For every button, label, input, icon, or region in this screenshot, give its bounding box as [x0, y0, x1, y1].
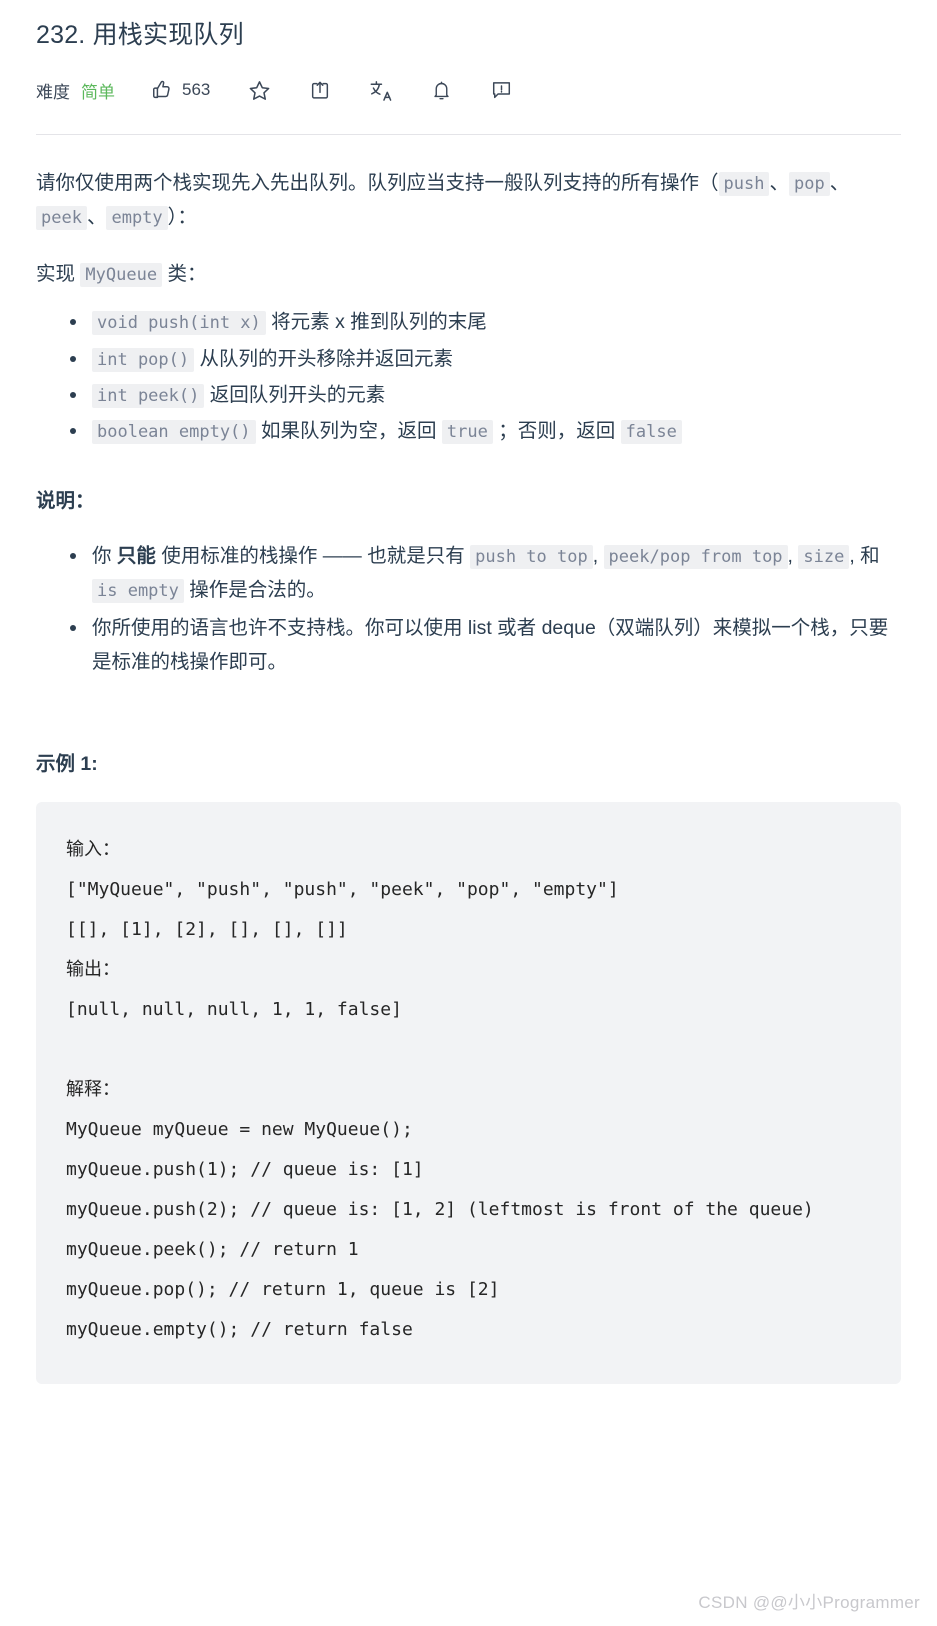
method-signature: int peek()	[92, 383, 205, 408]
like-button[interactable]: 563	[151, 79, 210, 101]
list-item: 你 只能 使用标准的栈操作 —— 也就是只有 push to top, peek…	[70, 539, 901, 607]
description-paragraph-1: 请你仅使用两个栈实现先入先出队列。队列应当支持一般队列支持的所有操作（ push、…	[36, 166, 901, 234]
list-item: int pop() 从队列的开头移除并返回元素	[70, 342, 901, 376]
notes-title: 说明：	[36, 489, 95, 512]
note-text-f: 操作是合法的。	[183, 579, 326, 601]
method-description-a: 如果队列为空，返回	[255, 419, 442, 442]
notes-list: 你 只能 使用标准的栈操作 —— 也就是只有 push to top, peek…	[36, 539, 901, 680]
comment-icon	[490, 79, 513, 101]
desc-sep-1: 、	[769, 172, 789, 194]
example-section: 示例 1: 输入： ["MyQueue", "push", "push", "p…	[36, 747, 901, 1384]
method-description-b: ；否则，返回	[492, 419, 621, 442]
class-text-b: 类：	[162, 263, 207, 286]
example-code-block: 输入： ["MyQueue", "push", "push", "peek", …	[36, 802, 901, 1384]
class-text-a: 实现	[36, 263, 81, 286]
desc-sep-3: 、	[86, 206, 107, 229]
note-sep-3: , 和	[849, 544, 880, 567]
note-text-b: 使用标准的栈操作 —— 也就是只有	[155, 544, 471, 567]
problem-content: 请你仅使用两个栈实现先入先出队列。队列应当支持一般队列支持的所有操作（ push、…	[36, 135, 901, 1384]
favorite-button[interactable]	[248, 79, 271, 102]
share-button[interactable]	[309, 79, 331, 102]
feedback-button[interactable]	[490, 79, 513, 101]
desc-text-a: 请你仅使用两个栈实现先入先出队列。队列应当支持一般队列支持的所有操作（	[36, 172, 719, 194]
page-title: 232. 用栈实现队列	[36, 21, 244, 49]
inline-code-myqueue: MyQueue	[80, 263, 163, 288]
method-signature: void push(int x)	[92, 311, 266, 336]
inline-code-true: true	[441, 419, 493, 444]
share-icon	[309, 79, 331, 102]
like-count: 563	[182, 80, 211, 99]
example-title: 示例 1:	[36, 753, 98, 776]
note-sep-2: ,	[787, 544, 799, 567]
star-icon	[248, 79, 271, 102]
difficulty-label: 难度	[36, 82, 70, 102]
list-item: 你所使用的语言也许不支持栈。你可以使用 list 或者 deque（双端队列）来…	[70, 611, 901, 679]
method-description: 从队列的开头移除并返回元素	[194, 347, 454, 370]
inline-code-peek-pop-from-top: peek/pop from top	[603, 544, 788, 569]
desc-text-b: ）：	[167, 206, 197, 229]
description-paragraph-2: 实现 MyQueue 类：	[36, 257, 901, 291]
inline-code-push-to-top: push to top	[470, 544, 593, 569]
method-description: 返回队列开头的元素	[204, 383, 386, 406]
inline-code-size: size	[798, 544, 850, 569]
notes-section: 说明： 你 只能 使用标准的栈操作 —— 也就是只有 push to top, …	[36, 484, 901, 680]
method-signature: boolean empty()	[92, 419, 256, 444]
problem-meta-row: 难度 简单 563	[36, 73, 901, 107]
translate-button[interactable]	[369, 79, 393, 102]
note-text-a: 你	[92, 544, 117, 567]
notification-button[interactable]	[431, 79, 452, 102]
inline-code-is-empty: is empty	[92, 579, 184, 603]
method-signature: int pop()	[92, 347, 195, 372]
inline-code-peek: peek	[36, 206, 87, 231]
note-sep-1: ,	[592, 544, 604, 567]
bell-icon	[431, 79, 452, 102]
difficulty-badge: 简单	[81, 82, 115, 102]
inline-code-pop: pop	[788, 172, 830, 196]
method-list: void push(int x) 将元素 x 推到队列的末尾 int pop()…	[36, 305, 901, 448]
method-description: 将元素 x 推到队列的末尾	[265, 311, 487, 334]
inline-code-push: push	[718, 172, 770, 196]
list-item: int peek() 返回队列开头的元素	[70, 378, 901, 412]
note-emphasis: 只能	[116, 544, 156, 567]
desc-sep-2: 、	[829, 172, 850, 194]
inline-code-false: false	[620, 419, 682, 444]
inline-code-empty: empty	[106, 206, 168, 231]
translate-icon	[369, 79, 393, 102]
watermark: CSDN @@小小Programmer	[698, 1593, 920, 1612]
list-item: void push(int x) 将元素 x 推到队列的末尾	[70, 305, 901, 339]
list-item: boolean empty() 如果队列为空，返回 true ；否则，返回 fa…	[70, 414, 901, 448]
thumbs-up-icon	[151, 79, 173, 101]
problem-page: 232. 用栈实现队列 难度 简单 563 请你仅使用两个栈实现先入先出队列。队…	[0, 0, 937, 1626]
